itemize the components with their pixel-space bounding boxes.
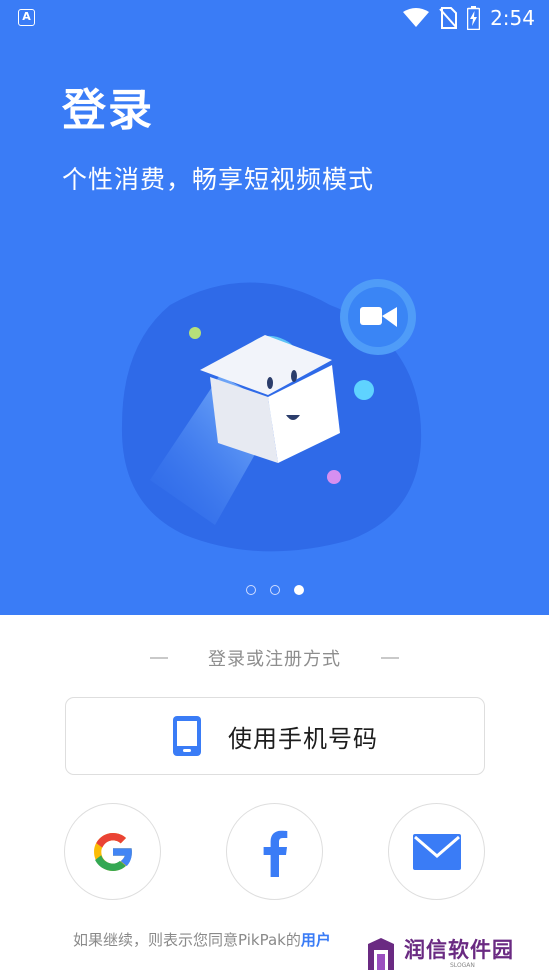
hero-banner: A 2:54 登录 个性消费，畅享短视频模式 xyxy=(0,0,549,615)
facebook-icon xyxy=(263,830,287,877)
carousel-dot-1[interactable] xyxy=(245,585,256,595)
carousel-dot-2[interactable] xyxy=(269,585,280,595)
google-icon xyxy=(93,832,133,871)
google-login-button[interactable] xyxy=(64,803,161,900)
status-bar: A 2:54 xyxy=(0,0,549,36)
wifi-icon xyxy=(403,8,430,27)
terms-text: 如果继续，则表示您同意PikPak的 xyxy=(73,931,301,949)
divider-label: 登录或注册方式 xyxy=(208,649,341,670)
carousel-indicator xyxy=(0,585,549,595)
smartphone-icon xyxy=(173,716,201,756)
status-icons: 2:54 xyxy=(403,6,535,30)
cube-eye-left xyxy=(267,377,273,389)
battery-charging-icon xyxy=(467,6,481,30)
page-subtitle: 个性消费，畅享短视频模式 xyxy=(62,165,375,194)
divider-line-right xyxy=(381,657,399,659)
no-sim-icon xyxy=(439,7,458,29)
watermark: 润信软件园 SLOGAN xyxy=(366,934,536,974)
mail-icon xyxy=(412,833,461,870)
accent-dot-cyan xyxy=(354,380,374,400)
accent-dot-green xyxy=(189,327,201,339)
terms-link[interactable]: 用户 xyxy=(301,931,331,949)
app-notification-icon: A xyxy=(18,9,35,26)
clock: 2:54 xyxy=(490,6,535,30)
carousel-dot-3[interactable] xyxy=(293,585,304,595)
phone-login-label: 使用手机号码 xyxy=(228,724,378,753)
accent-dot-pink xyxy=(327,470,341,484)
email-login-button[interactable] xyxy=(388,803,485,900)
divider-line-left xyxy=(150,657,168,659)
cube-eye-right xyxy=(291,370,297,382)
watermark-text-group: 润信软件园 SLOGAN xyxy=(404,938,514,970)
watermark-logo xyxy=(368,938,394,970)
facebook-login-button[interactable] xyxy=(226,803,323,900)
page-title: 登录 xyxy=(62,85,154,136)
watermark-slogan: SLOGAN xyxy=(450,962,475,969)
login-methods-divider: 登录或注册方式 xyxy=(0,645,549,671)
onboarding-illustration xyxy=(121,279,422,552)
terms-notice: 如果继续，则表示您同意PikPak的用户 xyxy=(73,929,331,950)
phone-login-button[interactable]: 使用手机号码 xyxy=(65,697,485,775)
watermark-text: 润信软件园 xyxy=(404,938,514,962)
